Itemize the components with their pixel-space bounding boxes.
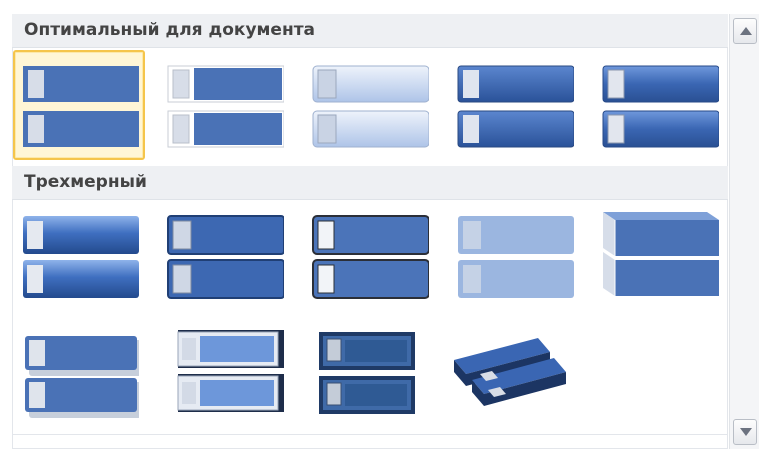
style-preview-subtle-light (312, 65, 429, 148)
style-3d-polished[interactable] (13, 202, 145, 312)
style-preview-3d-tilted (454, 338, 566, 406)
style-3d-light-pale[interactable] (448, 202, 580, 312)
section-title-document: Оптимальный для документа (24, 20, 316, 40)
style-preview-intense-gradient (602, 65, 719, 148)
style-preview-simple-fill (23, 66, 139, 147)
style-subtle-light[interactable] (303, 50, 435, 160)
scroll-down-button[interactable] (733, 419, 757, 445)
style-preview-3d-framed-light (177, 330, 284, 412)
style-preview-3d-perspective-block (603, 212, 719, 296)
style-3d-framed-light[interactable] (158, 318, 290, 428)
style-preview-3d-framed-dark (319, 332, 415, 414)
style-intense-gradient[interactable] (593, 50, 725, 160)
vertical-scrollbar[interactable] (729, 14, 759, 449)
style-preview-white-outline (167, 65, 284, 148)
style-white-outline[interactable] (158, 50, 290, 160)
smartart-style-gallery: Оптимальный для документа Трехмерный (0, 0, 763, 459)
style-3d-perspective-block[interactable] (593, 202, 725, 312)
style-3d-soft-shadow[interactable] (13, 318, 145, 428)
style-simple-fill[interactable] (13, 50, 145, 160)
style-3d-framed-dark[interactable] (303, 318, 435, 428)
chevron-down-icon (740, 428, 752, 436)
style-preview-moderate-dark (457, 65, 574, 148)
gallery-bottom-divider (12, 434, 728, 435)
style-preview-3d-inset (167, 215, 284, 299)
style-3d-inset[interactable] (158, 202, 290, 312)
style-preview-3d-outline-dark (312, 215, 429, 299)
section-header-document: Оптимальный для документа (12, 14, 728, 48)
chevron-up-icon (740, 27, 752, 35)
section-header-3d: Трехмерный (12, 166, 728, 200)
section-title-3d: Трехмерный (24, 172, 147, 192)
style-preview-3d-soft-shadow (25, 336, 139, 418)
style-3d-tilted[interactable] (448, 318, 580, 428)
style-3d-outline-dark[interactable] (303, 202, 435, 312)
style-moderate-dark[interactable] (448, 50, 580, 160)
style-preview-3d-polished (23, 216, 139, 298)
style-preview-3d-light-pale (458, 216, 574, 298)
scroll-up-button[interactable] (733, 18, 757, 44)
